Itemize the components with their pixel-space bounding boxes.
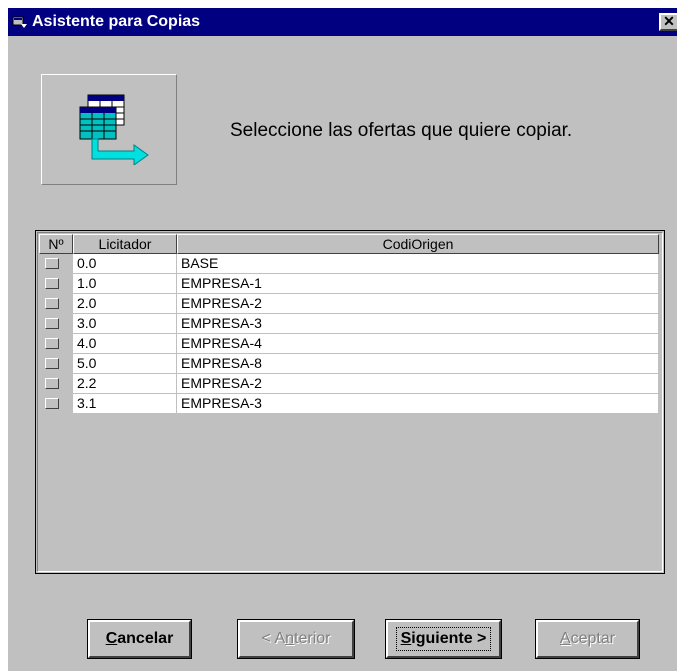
copy-tables-icon	[79, 94, 149, 165]
row-selector[interactable]	[39, 254, 73, 274]
cancel-button[interactable]: Cancelar	[87, 619, 192, 659]
wizard-app-icon	[12, 16, 27, 28]
row-selector-button[interactable]	[45, 338, 59, 349]
cell-licitador[interactable]: 2.0	[73, 294, 177, 314]
row-selector-button[interactable]	[45, 278, 59, 289]
cell-codiorigen[interactable]: EMPRESA-2	[177, 374, 659, 394]
cell-licitador[interactable]: 5.0	[73, 354, 177, 374]
row-selector-button[interactable]	[45, 378, 59, 389]
next-accel: S	[400, 630, 412, 647]
table-row[interactable]: 3.1 EMPRESA-3	[39, 394, 659, 414]
accept-button[interactable]: Aceptar	[535, 619, 640, 659]
cell-codiorigen[interactable]: EMPRESA-2	[177, 294, 659, 314]
row-selector[interactable]	[39, 294, 73, 314]
table-row[interactable]: 2.0 EMPRESA-2	[39, 294, 659, 314]
wizard-window: Asistente para Copias ✕ Seleccione las o…	[8, 8, 677, 671]
window-title: Asistente para Copias	[32, 13, 201, 30]
table-row[interactable]: 5.0 EMPRESA-8	[39, 354, 659, 374]
row-selector[interactable]	[39, 314, 73, 334]
cell-codiorigen[interactable]: EMPRESA-1	[177, 274, 659, 294]
close-button[interactable]: ✕	[659, 13, 677, 31]
row-selector[interactable]	[39, 394, 73, 414]
cancel-accel: C	[105, 630, 118, 647]
row-selector-button[interactable]	[45, 318, 59, 329]
back-accel: n	[285, 630, 295, 647]
column-header-licitador[interactable]: Licitador	[73, 234, 177, 254]
row-selector-button[interactable]	[45, 298, 59, 309]
cell-codiorigen[interactable]: EMPRESA-4	[177, 334, 659, 354]
column-header-codiorigen[interactable]: CodiOrigen	[177, 234, 659, 254]
row-selector[interactable]	[39, 374, 73, 394]
row-selector-button[interactable]	[45, 398, 59, 409]
next-button[interactable]: Siguiente >	[385, 619, 502, 659]
table-row[interactable]: 1.0 EMPRESA-1	[39, 274, 659, 294]
accept-accel: A	[559, 630, 571, 647]
wizard-prompt: Seleccione las ofertas que quiere copiar…	[230, 120, 573, 141]
back-button[interactable]: < Anterior	[237, 619, 355, 659]
cell-licitador[interactable]: 3.0	[73, 314, 177, 334]
title-bar[interactable]: Asistente para Copias ✕	[8, 8, 677, 36]
cell-codiorigen[interactable]: EMPRESA-3	[177, 314, 659, 334]
cell-codiorigen[interactable]: BASE	[177, 254, 659, 274]
column-header-num[interactable]: Nº	[39, 234, 73, 254]
table-row[interactable]: 0.0 BASE	[39, 254, 659, 274]
accept-label: ceptar	[570, 630, 616, 647]
wizard-logo-frame	[41, 74, 177, 185]
next-focus-ring: Siguiente >	[395, 627, 492, 651]
table-row[interactable]: 3.0 EMPRESA-3	[39, 314, 659, 334]
cell-codiorigen[interactable]: EMPRESA-3	[177, 394, 659, 414]
grid-header: Nº Licitador CodiOrigen	[39, 234, 659, 254]
close-icon: ✕	[663, 13, 675, 29]
back-pre: < A	[261, 630, 286, 647]
cell-licitador[interactable]: 0.0	[73, 254, 177, 274]
cell-licitador[interactable]: 3.1	[73, 394, 177, 414]
table-row[interactable]: 2.2 EMPRESA-2	[39, 374, 659, 394]
grid-rows: 0.0 BASE 1.0 EMPRESA-1 2.0 EMPRESA-2 3.0 EMPRES…	[39, 254, 659, 414]
cell-codiorigen[interactable]: EMPRESA-8	[177, 354, 659, 374]
back-label: terior	[294, 630, 331, 647]
cell-licitador[interactable]: 2.2	[73, 374, 177, 394]
row-selector[interactable]	[39, 334, 73, 354]
offers-grid[interactable]: Nº Licitador CodiOrigen 0.0 BASE 1.0 EMPRES…	[35, 230, 665, 574]
cell-licitador[interactable]: 1.0	[73, 274, 177, 294]
row-selector-button[interactable]	[45, 258, 59, 269]
row-selector-button[interactable]	[45, 358, 59, 369]
row-selector[interactable]	[39, 354, 73, 374]
cell-licitador[interactable]: 4.0	[73, 334, 177, 354]
cancel-label: ancelar	[117, 630, 174, 647]
next-label: iguiente >	[411, 630, 487, 647]
row-selector[interactable]	[39, 274, 73, 294]
table-row[interactable]: 4.0 EMPRESA-4	[39, 334, 659, 354]
